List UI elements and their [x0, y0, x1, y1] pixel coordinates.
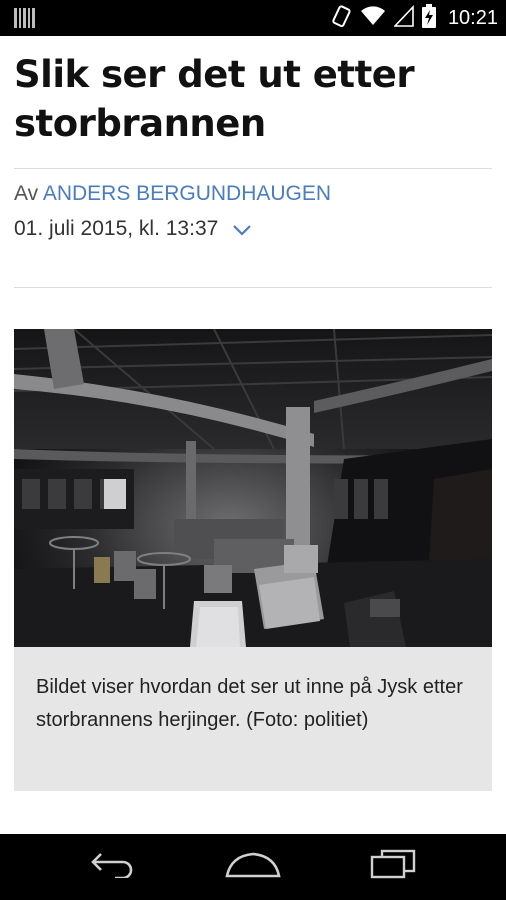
barcode-notification-icon [14, 8, 36, 28]
back-button[interactable] [78, 846, 148, 886]
system-navigation-bar [0, 834, 506, 900]
wifi-icon [360, 5, 386, 32]
recents-button[interactable] [358, 846, 428, 886]
byline: Av ANDERS BERGUNDHAUGEN [14, 182, 331, 206]
divider [14, 287, 492, 288]
status-bar: 10:21 [0, 0, 506, 36]
status-icons: 10:21 [330, 0, 498, 36]
article-photo[interactable] [14, 329, 492, 647]
publish-date-row[interactable]: 01. juli 2015, kl. 13:37 [14, 216, 252, 242]
back-icon [89, 850, 137, 883]
divider [14, 168, 492, 169]
image-caption: Bildet viser hvordan det ser ut inne på … [36, 676, 463, 731]
vibrate-icon [330, 4, 352, 33]
home-icon [225, 850, 281, 883]
author-link[interactable]: ANDERS BERGUNDHAUGEN [43, 182, 331, 205]
image-caption-box: Bildet viser hvordan det ser ut inne på … [14, 647, 492, 791]
recents-icon [368, 849, 418, 884]
chevron-down-icon[interactable] [232, 218, 252, 242]
publish-date: 01. juli 2015, kl. 13:37 [14, 217, 219, 240]
home-button[interactable] [218, 846, 288, 886]
status-time: 10:21 [447, 6, 498, 29]
byline-prefix: Av [14, 182, 39, 205]
signal-icon [393, 4, 414, 32]
battery-charging-icon [421, 3, 436, 33]
article-title: Slik ser det ut etter storbrannen [14, 53, 415, 145]
article-view[interactable]: Slik ser det ut etter storbrannen Av AND… [0, 36, 506, 834]
